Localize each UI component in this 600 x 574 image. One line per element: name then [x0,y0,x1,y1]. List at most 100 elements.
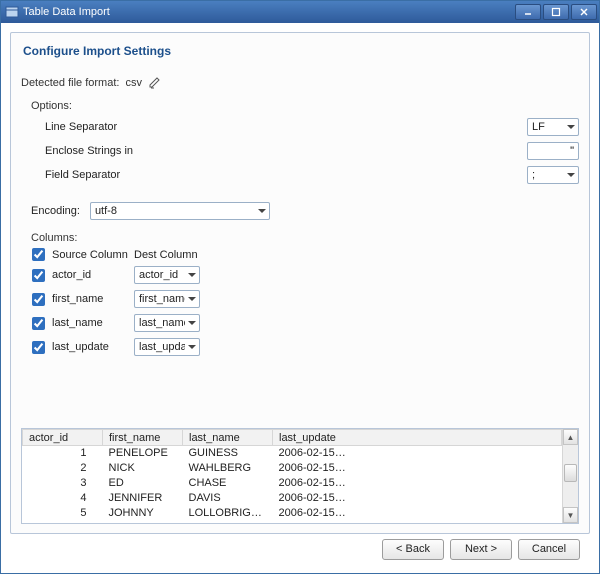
preview-cell: WAHLBERG [183,461,273,476]
window-title: Table Data Import [23,6,515,18]
preview-header-cell[interactable]: last_name [183,430,273,446]
options-label: Options: [31,100,579,112]
dest-column-header: Dest Column [134,249,198,261]
preview-panel: actor_idfirst_namelast_namelast_update 1… [21,428,579,524]
encoding-select[interactable]: utf-8 [90,202,270,220]
column-include-checkbox[interactable] [32,317,45,330]
source-column-header: Source Column [52,249,128,261]
field-separator-select[interactable]: ; [527,166,579,184]
chevron-down-icon [185,321,199,325]
enclose-strings-input[interactable] [527,142,579,160]
column-row: last_update last_updat [31,335,579,359]
back-button[interactable]: < Back [382,539,444,560]
chevron-down-icon [185,273,199,277]
column-dest-value: last_updat [139,341,185,353]
field-separator-row: Field Separator ; [31,164,579,186]
table-row[interactable]: 1PENELOPEGUINESS2006-02-15… [23,446,562,461]
column-source-label: last_name [52,317,128,329]
table-row[interactable]: 3EDCHASE2006-02-15… [23,476,562,491]
preview-header-cell[interactable]: first_name [103,430,183,446]
columns-block: Source Column Dest Column actor_idactor_… [31,248,579,359]
close-button[interactable] [571,4,597,20]
column-dest-select[interactable]: last_updat [134,338,200,356]
column-dest-value: first_name [139,293,185,305]
preview-cell: 2006-02-15… [273,446,562,461]
minimize-button[interactable] [515,4,541,20]
line-separator-value: LF [532,121,564,133]
scroll-down-button[interactable]: ▼ [563,507,578,523]
window-frame: Table Data Import Configure Import Setti… [0,0,600,574]
encoding-value: utf-8 [95,205,255,217]
chevron-down-icon [255,209,269,213]
page-heading: Configure Import Settings [23,44,579,58]
preview-cell: 1 [23,446,103,461]
preview-cell: 2006-02-15… [273,461,562,476]
titlebar: Table Data Import [1,1,599,23]
preview-scrollbar[interactable]: ▲ ▼ [562,429,578,523]
wizard-buttons: < Back Next > Cancel [10,534,590,564]
column-include-checkbox[interactable] [32,341,45,354]
column-row: last_name last_name [31,311,579,335]
app-icon [5,5,19,19]
chevron-down-icon [185,297,199,301]
preview-cell: ED [103,476,183,491]
column-dest-select[interactable]: last_name [134,314,200,332]
preview-cell: 2006-02-15… [273,506,562,521]
next-button[interactable]: Next > [450,539,512,560]
preview-cell: 5 [23,506,103,521]
edit-format-icon[interactable] [148,76,162,90]
preview-cell: GUINESS [183,446,273,461]
scroll-up-button[interactable]: ▲ [563,429,578,445]
table-row[interactable]: 2NICKWAHLBERG2006-02-15… [23,461,562,476]
preview-cell: 3 [23,476,103,491]
detected-format-label: Detected file format: [21,77,119,89]
column-include-checkbox[interactable] [32,293,45,306]
column-dest-value: last_name [139,317,185,329]
preview-cell: DAVIS [183,491,273,506]
window-controls [515,4,597,20]
column-source-label: first_name [52,293,128,305]
preview-table: actor_idfirst_namelast_namelast_update 1… [22,429,562,521]
scroll-track[interactable] [563,445,578,507]
preview-cell: 2 [23,461,103,476]
column-dest-select[interactable]: first_name [134,290,200,308]
column-source-label: actor_id [52,269,128,281]
preview-cell: JOHNNY [103,506,183,521]
columns-label: Columns: [31,232,579,244]
cancel-button[interactable]: Cancel [518,539,580,560]
chevron-down-icon [564,125,578,129]
preview-table-wrap: actor_idfirst_namelast_namelast_update 1… [22,429,562,523]
column-row: actor_id actor_id [31,263,579,287]
preview-cell: PENELOPE [103,446,183,461]
options-block: Line Separator LF Enclose Strings in Fie… [31,114,579,188]
preview-cell: 2006-02-15… [273,491,562,506]
encoding-row: Encoding: utf-8 [31,202,579,220]
enclose-strings-row: Enclose Strings in [31,140,579,162]
preview-cell: NICK [103,461,183,476]
column-dest-select[interactable]: actor_id [134,266,200,284]
chevron-down-icon [185,345,199,349]
field-separator-label: Field Separator [31,169,181,181]
preview-cell: CHASE [183,476,273,491]
columns-select-all-checkbox[interactable] [32,248,45,261]
column-include-checkbox[interactable] [32,269,45,282]
content-area: Configure Import Settings Detected file … [1,23,599,573]
column-dest-value: actor_id [139,269,185,281]
preview-cell: 4 [23,491,103,506]
preview-header-cell[interactable]: last_update [273,430,562,446]
field-separator-value: ; [532,169,564,181]
preview-cell: LOLLOBRIG… [183,506,273,521]
preview-cell: JENNIFER [103,491,183,506]
detected-format-value: csv [125,77,142,89]
table-row[interactable]: 5JOHNNYLOLLOBRIG…2006-02-15… [23,506,562,521]
column-source-label: last_update [52,341,128,353]
line-separator-select[interactable]: LF [527,118,579,136]
wizard-panel: Configure Import Settings Detected file … [10,32,590,534]
scroll-thumb[interactable] [564,464,577,482]
line-separator-row: Line Separator LF [31,116,579,138]
chevron-down-icon [564,173,578,177]
preview-header-cell[interactable]: actor_id [23,430,103,446]
maximize-button[interactable] [543,4,569,20]
column-row: first_name first_name [31,287,579,311]
table-row[interactable]: 4JENNIFERDAVIS2006-02-15… [23,491,562,506]
